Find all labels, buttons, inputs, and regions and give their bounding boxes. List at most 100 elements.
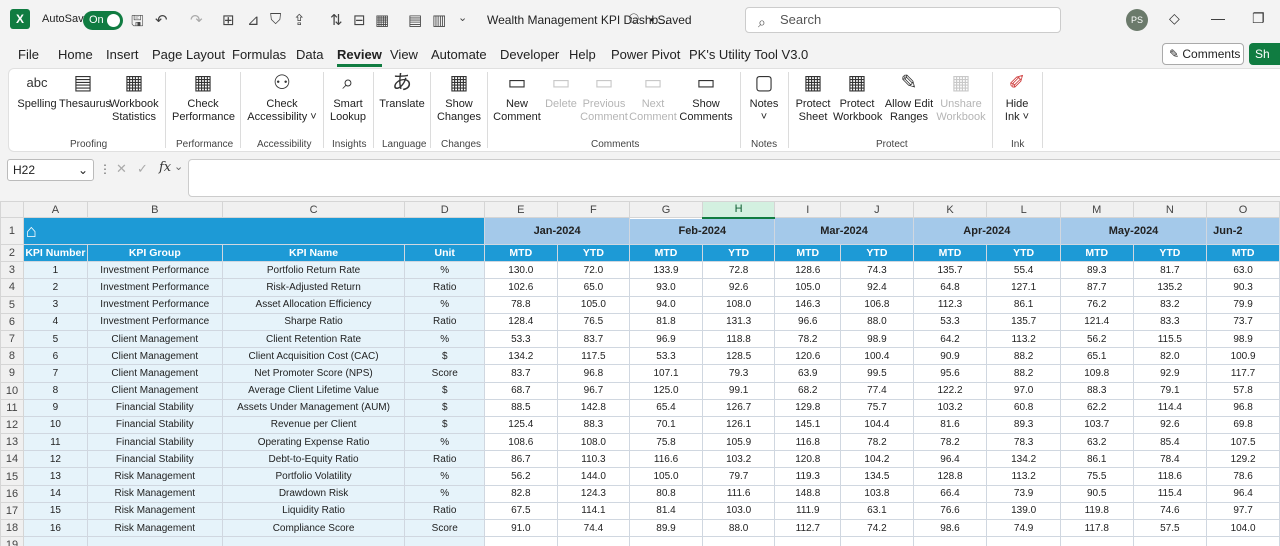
- header-mtd[interactable]: MTD: [774, 243, 842, 263]
- table-cell[interactable]: 12: [22, 450, 88, 469]
- header-kpi-name[interactable]: KPI Name: [221, 243, 406, 263]
- header-mtd[interactable]: MTD: [1206, 243, 1280, 263]
- notes-button[interactable]: ▢ Notes ˅: [746, 70, 782, 124]
- table-cell[interactable]: 105.0: [556, 295, 631, 314]
- tab-developer[interactable]: Developer: [500, 47, 559, 62]
- table-cell[interactable]: Average Client Lifetime Value: [221, 381, 406, 400]
- protect-sheet-button[interactable]: ▦ Protect Sheet: [793, 70, 833, 124]
- table-cell[interactable]: %: [404, 329, 485, 349]
- table-cell[interactable]: 92.6: [701, 278, 776, 297]
- table-cell[interactable]: Client Retention Rate: [221, 329, 406, 349]
- table-cell[interactable]: Liquidity Ratio: [221, 501, 406, 521]
- table-cell[interactable]: 129.8: [774, 398, 842, 417]
- table-cell[interactable]: 146.3: [774, 295, 842, 314]
- header-unit[interactable]: Unit: [404, 243, 485, 263]
- table-cell[interactable]: 117.7: [1206, 364, 1280, 383]
- table-cell[interactable]: Ratio: [404, 278, 485, 297]
- form-icon[interactable]: ▥: [432, 11, 446, 29]
- table-cell[interactable]: 103.2: [912, 398, 988, 417]
- row-header[interactable]: 1: [0, 217, 24, 245]
- customize-qat-chevron-icon[interactable]: ⌄: [458, 11, 467, 24]
- table-cell[interactable]: Ratio: [404, 501, 485, 521]
- row-header[interactable]: 13: [0, 433, 24, 452]
- table-cell[interactable]: %: [404, 484, 485, 503]
- column-header[interactable]: M: [1059, 201, 1134, 218]
- table-cell[interactable]: 144.0: [556, 467, 631, 486]
- column-header[interactable]: L: [986, 201, 1061, 218]
- row-header[interactable]: 2: [0, 243, 24, 263]
- table-cell[interactable]: 97.7: [1206, 501, 1280, 521]
- table-cell[interactable]: 121.4: [1059, 312, 1134, 331]
- table-cell[interactable]: 53.3: [484, 329, 558, 349]
- table-cell[interactable]: 63.2: [1059, 433, 1134, 452]
- table-cell[interactable]: Risk Management: [86, 501, 223, 521]
- table-cell[interactable]: Compliance Score: [221, 518, 406, 538]
- table-cell[interactable]: Ratio: [404, 312, 485, 331]
- table-cell[interactable]: [221, 536, 406, 546]
- table-cell[interactable]: 76.5: [556, 312, 631, 331]
- table-cell[interactable]: 115.4: [1132, 484, 1208, 503]
- table-cell[interactable]: 76.2: [1059, 295, 1134, 314]
- table-cell[interactable]: 86.1: [1059, 450, 1134, 469]
- header-kpi-number[interactable]: KPI Number: [22, 243, 88, 263]
- table-cell[interactable]: 106.8: [840, 295, 914, 314]
- header-mtd[interactable]: MTD: [1059, 243, 1134, 263]
- tab-utility-tool[interactable]: PK's Utility Tool V3.0: [689, 47, 808, 62]
- table-cell[interactable]: 74.3: [840, 261, 914, 280]
- table-cell[interactable]: 118.6: [1132, 467, 1208, 486]
- table-cell[interactable]: 108.6: [484, 433, 558, 452]
- table-cell[interactable]: 126.1: [701, 415, 776, 435]
- table-cell[interactable]: %: [404, 433, 485, 452]
- column-header[interactable]: N: [1132, 201, 1208, 218]
- table-cell[interactable]: 53.3: [912, 312, 988, 331]
- table-cell[interactable]: Financial Stability: [86, 433, 223, 452]
- row-header[interactable]: 5: [0, 295, 24, 314]
- table-cell[interactable]: 87.7: [1059, 278, 1134, 297]
- table-cell[interactable]: 103.7: [1059, 415, 1134, 435]
- table-cell[interactable]: [86, 536, 223, 546]
- table-cell[interactable]: Sharpe Ratio: [221, 312, 406, 331]
- table-cell[interactable]: %: [404, 295, 485, 314]
- table-cell[interactable]: 110.3: [556, 450, 631, 469]
- row-header[interactable]: 16: [0, 484, 24, 503]
- table-cell[interactable]: 124.3: [556, 484, 631, 503]
- table-cell[interactable]: 78.6: [1206, 467, 1280, 486]
- table-cell[interactable]: 75.7: [840, 398, 914, 417]
- table-cell[interactable]: Portfolio Return Rate: [221, 261, 406, 280]
- table-cell[interactable]: 104.0: [1206, 518, 1280, 538]
- sort-icon[interactable]: ⇅: [330, 11, 343, 29]
- row-header[interactable]: 15: [0, 467, 24, 486]
- table-cell[interactable]: 127.1: [986, 278, 1061, 297]
- table-cell[interactable]: Net Promoter Score (NPS): [221, 364, 406, 383]
- save-icon[interactable]: 🖫: [131, 11, 144, 36]
- table-cell[interactable]: Score: [404, 518, 485, 538]
- table-cell[interactable]: 75.8: [629, 433, 703, 452]
- table-cell[interactable]: 74.4: [556, 518, 631, 538]
- table-cell[interactable]: 129.2: [1206, 450, 1280, 469]
- thesaurus-button[interactable]: ▤ Thesaurus: [59, 70, 111, 111]
- table-cell[interactable]: 95.6: [912, 364, 988, 383]
- table-cell[interactable]: 90.3: [1206, 278, 1280, 297]
- table-cell[interactable]: 81.8: [629, 312, 703, 331]
- table-cell[interactable]: 77.4: [840, 381, 914, 400]
- table-cell[interactable]: 96.8: [556, 364, 631, 383]
- table-cell[interactable]: 79.3: [701, 364, 776, 383]
- table-cell[interactable]: 96.4: [1206, 484, 1280, 503]
- table-cell[interactable]: 89.3: [1059, 261, 1134, 280]
- table-cell[interactable]: $: [404, 398, 485, 417]
- table-cell[interactable]: 81.7: [1132, 261, 1208, 280]
- table-cell[interactable]: [986, 536, 1061, 546]
- header-ytd[interactable]: YTD: [701, 243, 776, 263]
- table-cell[interactable]: 108.0: [556, 433, 631, 452]
- row-header[interactable]: 4: [0, 278, 24, 297]
- table-cell[interactable]: 112.7: [774, 518, 842, 538]
- table-cell[interactable]: 65.4: [629, 398, 703, 417]
- table-cell[interactable]: 117.5: [556, 347, 631, 366]
- protect-workbook-button[interactable]: ▦ Protect Workbook: [833, 70, 882, 124]
- table-cell[interactable]: 64.2: [912, 329, 988, 349]
- table-cell[interactable]: 92.4: [840, 278, 914, 297]
- table-cell[interactable]: 3: [22, 295, 88, 314]
- table-cell[interactable]: 139.0: [986, 501, 1061, 521]
- table-cell[interactable]: 88.2: [986, 347, 1061, 366]
- tab-page-layout[interactable]: Page Layout: [152, 47, 225, 62]
